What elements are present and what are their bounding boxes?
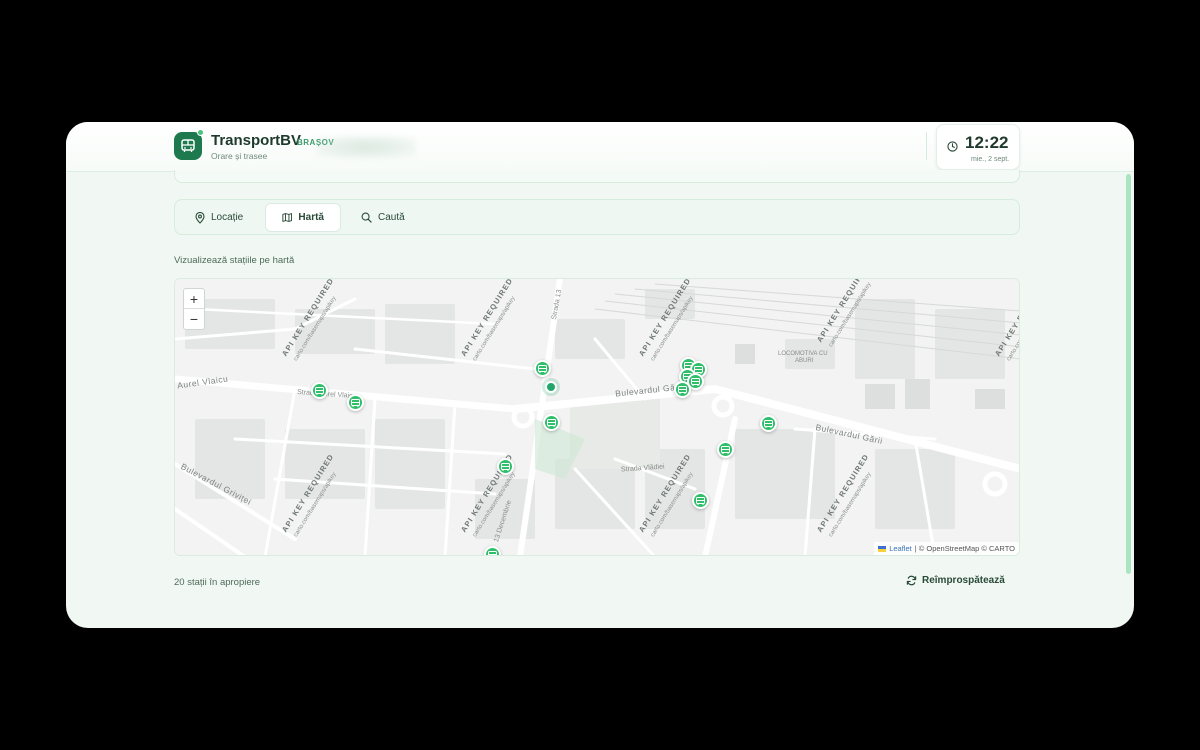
zoom-out-button[interactable]: −: [184, 309, 204, 329]
app-title: TransportBV: [211, 132, 302, 149]
online-status-dot: [197, 129, 204, 136]
bus-stop-marker[interactable]: [760, 415, 777, 432]
clock-widget: 12:22 mie., 2 sept.: [936, 124, 1020, 170]
map-icon: [282, 213, 293, 222]
bus-icon: [691, 377, 700, 386]
app-subtitle: Orare și trasee: [211, 151, 268, 161]
clock-date: mie., 2 sept.: [971, 156, 1010, 163]
refresh-button[interactable]: Reîmprospătează: [906, 575, 1005, 586]
scrollbar[interactable]: [1126, 174, 1131, 574]
map-attribution: Leaflet | © OpenStreetMap © CARTO: [874, 542, 1019, 555]
tab-map-label: Hartă: [298, 212, 324, 223]
bus-stop-marker[interactable]: [311, 382, 328, 399]
app-window: TransportBV BRAȘOV Orare și trasee 12:22…: [66, 122, 1134, 628]
poi-label: ABURI: [795, 358, 814, 364]
view-tabs: Locație Hartă Caută: [174, 199, 1020, 235]
bus-icon: [547, 418, 556, 427]
zoom-control: + −: [183, 288, 205, 330]
search-icon: [361, 212, 372, 223]
ukraine-flag-icon: [878, 545, 887, 552]
bus-stop-marker[interactable]: [674, 381, 691, 398]
refresh-icon: [906, 575, 917, 586]
stations-map[interactable]: API KEY REQUIRED carto.com/basemaps/apik…: [174, 278, 1020, 556]
header-glow: [316, 136, 416, 158]
bus-icon: [315, 386, 324, 395]
tab-search-label: Caută: [378, 212, 405, 223]
bus-stop-marker[interactable]: [543, 414, 560, 431]
header-divider: [926, 132, 927, 160]
bus-icon: [501, 462, 510, 471]
refresh-label: Reîmprospătează: [922, 575, 1005, 586]
collapsed-panel: [174, 170, 1020, 183]
app-header: TransportBV BRAȘOV Orare și trasee 12:22…: [66, 122, 1134, 172]
stations-count: 20 stații în apropiere: [174, 577, 261, 588]
clock-time: 12:22: [965, 133, 1009, 152]
bus-icon: [764, 419, 773, 428]
bus-stop-marker[interactable]: [692, 492, 709, 509]
bus-stop-marker[interactable]: [534, 360, 551, 377]
zoom-in-button[interactable]: +: [184, 289, 204, 309]
current-location-dot: [545, 381, 557, 393]
bus-stop-marker[interactable]: [497, 458, 514, 475]
bus-logo-icon: [174, 132, 202, 160]
bus-icon: [351, 398, 360, 407]
bus-icon: [721, 445, 730, 454]
bus-stop-marker[interactable]: [484, 546, 501, 555]
tab-search[interactable]: Caută: [345, 203, 421, 232]
bus-icon: [538, 364, 547, 373]
tab-map[interactable]: Hartă: [265, 203, 341, 232]
bus-stop-marker[interactable]: [717, 441, 734, 458]
tab-location-label: Locație: [211, 212, 244, 223]
bus-icon: [678, 385, 687, 394]
bus-icon: [488, 550, 497, 555]
map-section-label: Vizualizează stațiile pe hartă: [174, 255, 295, 266]
poi-label: LOCOMOTIVA CU: [778, 351, 828, 357]
clock-icon: [947, 141, 958, 152]
attribution-text: | © OpenStreetMap © CARTO: [914, 544, 1015, 553]
tab-location[interactable]: Locație: [179, 203, 259, 232]
map-pin-icon: [195, 211, 205, 224]
leaflet-link[interactable]: Leaflet: [889, 544, 912, 553]
bus-icon: [696, 496, 705, 505]
bus-stop-marker[interactable]: [347, 394, 364, 411]
